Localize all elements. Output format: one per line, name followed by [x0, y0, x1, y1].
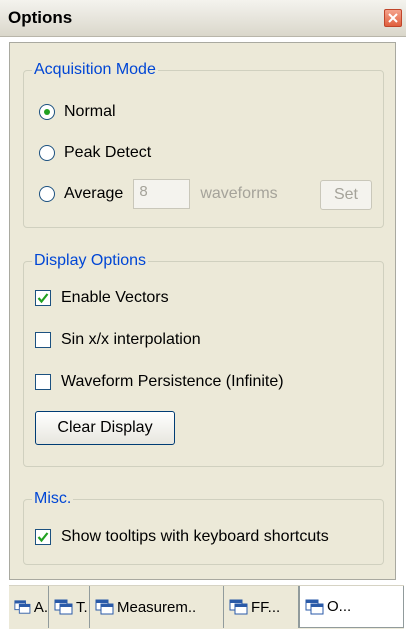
show-tooltips-checkbox[interactable]: Show tooltips with keyboard shortcuts	[35, 528, 329, 546]
tab-options[interactable]: O...	[299, 586, 404, 628]
radio-average[interactable]: Average 8 waveforms	[39, 179, 278, 209]
radio-normal[interactable]: Normal	[39, 103, 116, 121]
waveforms-unit-label: waveforms	[200, 185, 278, 202]
tab-measurements-label: Measurem..	[117, 598, 197, 616]
sinx-interpolation-check[interactable]	[35, 332, 51, 348]
set-button[interactable]: Set	[320, 180, 372, 210]
window-icon	[229, 599, 248, 615]
title-bar: Options	[0, 0, 406, 37]
enable-vectors-check[interactable]	[35, 290, 51, 306]
radio-average-button[interactable]	[39, 186, 55, 202]
misc-legend: Misc.	[34, 490, 72, 507]
show-tooltips-label: Show tooltips with keyboard shortcuts	[61, 528, 329, 545]
clear-display-button[interactable]: Clear Display	[35, 411, 175, 445]
radio-average-label: Average	[64, 185, 124, 202]
close-icon	[388, 13, 398, 23]
tab-t-label: T.	[76, 598, 88, 616]
radio-peak-detect-label: Peak Detect	[64, 144, 152, 161]
sinx-interpolation-label: Sin x/x interpolation	[61, 331, 201, 348]
window-icon	[95, 599, 114, 615]
checkmark-icon	[37, 532, 49, 543]
window-icon	[54, 599, 73, 615]
waveform-persistence-label: Waveform Persistence (Infinite)	[61, 373, 284, 390]
tab-fft-label: FF...	[251, 598, 281, 616]
window-icon	[14, 600, 31, 614]
radio-normal-button[interactable]	[39, 104, 55, 120]
enable-vectors-label: Enable Vectors	[61, 289, 169, 306]
tab-options-label: O...	[327, 598, 352, 615]
checkmark-icon	[37, 293, 49, 304]
radio-peak-detect[interactable]: Peak Detect	[39, 144, 151, 162]
radio-normal-label: Normal	[64, 103, 116, 120]
average-count-field[interactable]: 8	[133, 179, 191, 209]
waveform-persistence-checkbox[interactable]: Waveform Persistence (Infinite)	[35, 373, 284, 391]
sinx-interpolation-checkbox[interactable]: Sin x/x interpolation	[35, 331, 201, 349]
window-title: Options	[8, 8, 73, 27]
options-panel: Acquisition Mode Normal Peak Detect Aver…	[9, 42, 396, 580]
show-tooltips-check[interactable]	[35, 529, 51, 545]
tab-t[interactable]: T.	[49, 586, 90, 628]
display-options-legend: Display Options	[34, 252, 147, 269]
tab-a-label: A.	[33, 598, 48, 616]
close-button[interactable]	[384, 9, 402, 27]
tab-fft[interactable]: FF...	[224, 586, 299, 628]
enable-vectors-checkbox[interactable]: Enable Vectors	[35, 289, 169, 307]
acquisition-mode-legend: Acquisition Mode	[34, 61, 156, 78]
window-icon	[305, 599, 324, 614]
tab-measurements[interactable]: Measurem..	[90, 586, 224, 628]
tab-strip: A. T. Measurem.. FF... O...	[9, 585, 404, 629]
radio-peak-detect-button[interactable]	[39, 145, 55, 161]
tab-a[interactable]: A.	[9, 586, 49, 628]
waveform-persistence-check[interactable]	[35, 374, 51, 390]
